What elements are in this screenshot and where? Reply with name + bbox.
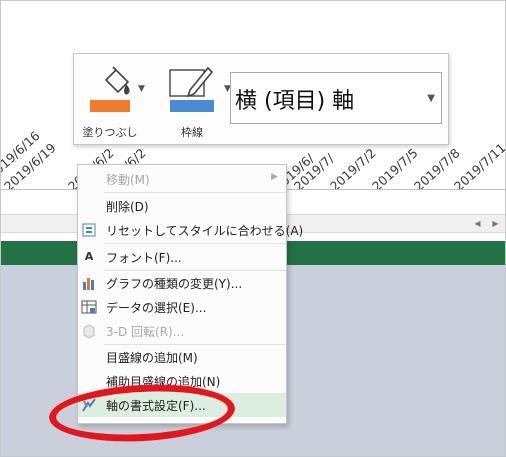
menu-item-delete[interactable]: 削除(D) [78,194,286,218]
menu-item-font[interactable]: A フォント(F)... [78,245,286,269]
submenu-arrow-icon: ▶ [271,172,278,182]
menu-item-label: グラフの種類の変更(Y)... [106,277,243,291]
menu-separator [104,192,286,193]
menu-item-label: 3-D 回転(R)... [106,325,185,339]
data-table-icon [80,299,98,315]
fill-label: 塗りつぶし [82,126,138,139]
pen-outline-icon [169,66,214,112]
chart-element-select[interactable]: 横 (項目) 軸 ▼ [230,72,442,124]
menu-item-3d-rotation[interactable]: 3-D 回転(R)... [78,319,286,343]
chart-element-value: 横 (項目) 軸 [235,89,355,114]
mini-toolbar: ▼ 塗りつぶし ▼ 枠線 横 (項目) 軸 ▼ [73,53,449,145]
menu-item-select-data[interactable]: データの選択(E)... [78,295,286,319]
chevron-down-icon[interactable]: ▼ [427,93,435,104]
menu-item-move[interactable]: 移動(M) ▶ [78,167,286,191]
menu-item-change-chart-type[interactable]: グラフの種類の変更(Y)... [78,271,286,295]
cube-icon [80,323,98,339]
scroll-right-icon[interactable]: ▶ [489,217,502,230]
window: 2019/6/16 2019/6/19 2019/6/2 2019/6/2 20… [0,0,506,457]
font-a-icon: A [84,250,94,263]
outline-label: 枠線 [181,126,203,139]
menu-item-label: フォント(F)... [106,251,182,265]
menu-item-label: 削除(D) [106,200,149,214]
menu-item-reset-style[interactable]: リセットしてスタイルに合わせる(A) [78,218,303,242]
menu-separator [104,243,286,244]
menu-item-label: 移動(M) [106,173,150,187]
menu-item-label: リセットしてスタイルに合わせる(A) [106,224,304,238]
outline-button[interactable]: ▼ 枠線 [160,60,231,140]
bar-chart-icon [80,275,98,291]
menu-item-label: 目盛線の追加(M) [106,351,198,365]
reset-style-icon [80,222,98,238]
axis-tick-label: 2019/7/11 [450,139,505,189]
fill-dropdown-icon[interactable]: ▼ [138,84,145,94]
menu-item-add-gridlines[interactable]: 目盛線の追加(M) [78,345,286,369]
menu-item-label: データの選択(E)... [106,301,207,315]
fill-button[interactable]: ▼ 塗りつぶし [78,60,145,140]
paint-bucket-icon [90,66,130,112]
scroll-left-icon[interactable]: ◀ [471,217,484,230]
